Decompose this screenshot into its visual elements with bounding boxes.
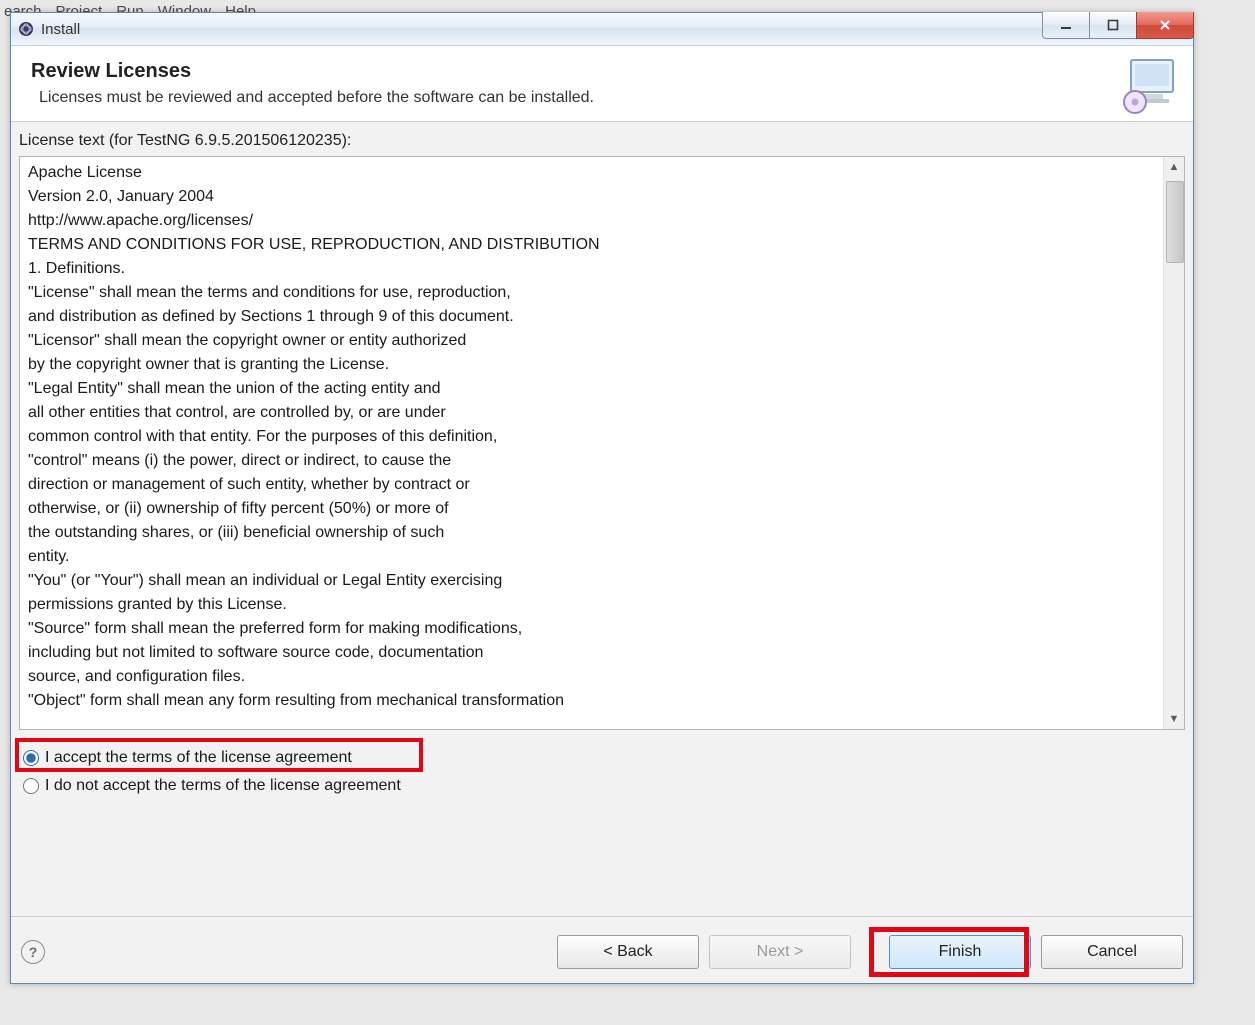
license-radio-group: I accept the terms of the license agreem… xyxy=(11,730,1193,804)
license-text-box: Apache License Version 2.0, January 2004… xyxy=(19,156,1185,730)
license-scrollbar[interactable]: ▲ ▼ xyxy=(1163,157,1184,729)
banner-subtitle: Licenses must be reviewed and accepted b… xyxy=(39,89,1173,107)
close-button[interactable] xyxy=(1136,12,1194,39)
cancel-button[interactable]: Cancel xyxy=(1041,935,1183,969)
scroll-thumb[interactable] xyxy=(1166,181,1184,263)
radio-decline-label: I do not accept the terms of the license… xyxy=(45,777,401,795)
finish-button[interactable]: Finish xyxy=(889,935,1031,969)
radio-accept-label: I accept the terms of the license agreem… xyxy=(45,749,352,767)
window-controls xyxy=(1043,12,1194,39)
window-title: Install xyxy=(41,21,80,38)
eclipse-icon xyxy=(17,20,35,38)
banner-title: Review Licenses xyxy=(31,60,1173,83)
wizard-banner: Review Licenses Licenses must be reviewe… xyxy=(11,46,1193,122)
title-bar: Install xyxy=(11,13,1193,46)
minimize-button[interactable] xyxy=(1042,12,1090,39)
license-header-label: License text (for TestNG 6.9.5.201506120… xyxy=(11,122,1193,156)
scroll-up-icon[interactable]: ▲ xyxy=(1164,157,1184,177)
radio-decline[interactable]: I do not accept the terms of the license… xyxy=(21,772,1183,800)
license-text[interactable]: Apache License Version 2.0, January 2004… xyxy=(20,157,1163,729)
back-button[interactable]: < Back xyxy=(557,935,699,969)
next-button: Next > xyxy=(709,935,851,969)
radio-accept-input[interactable] xyxy=(23,750,39,766)
wizard-footer: ? < Back Next > Finish Cancel xyxy=(11,916,1193,983)
radio-decline-input[interactable] xyxy=(23,778,39,794)
radio-accept[interactable]: I accept the terms of the license agreem… xyxy=(21,744,1183,772)
maximize-button[interactable] xyxy=(1089,12,1137,39)
wizard-content: License text (for TestNG 6.9.5.201506120… xyxy=(11,122,1193,916)
install-graphic-icon xyxy=(1117,52,1185,120)
install-dialog: Install Review Licenses Licenses must be… xyxy=(10,12,1194,984)
help-icon[interactable]: ? xyxy=(21,940,45,964)
scroll-down-icon[interactable]: ▼ xyxy=(1164,709,1184,729)
